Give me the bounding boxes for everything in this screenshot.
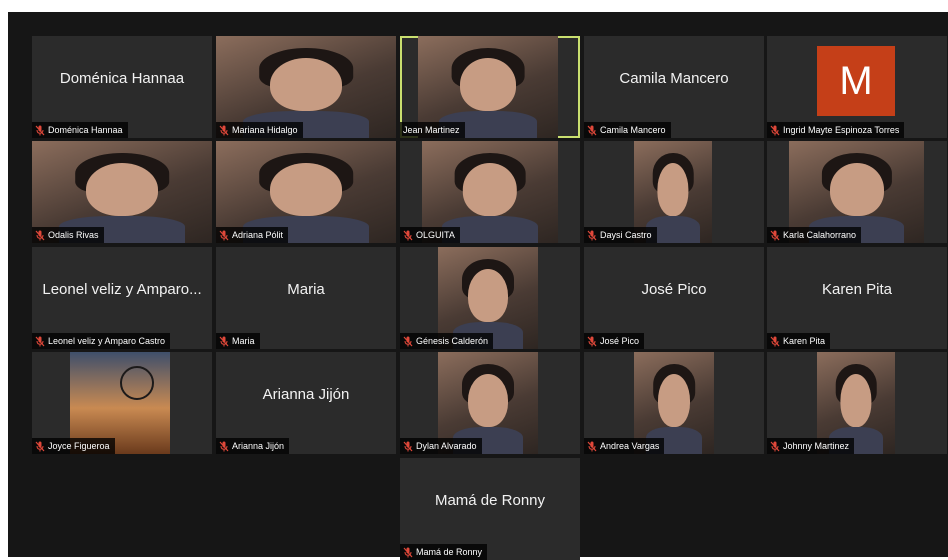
muted-mic-icon xyxy=(587,230,597,241)
muted-mic-icon xyxy=(770,441,780,452)
participant-name-label: Génesis Calderón xyxy=(416,336,489,346)
participant-name-label: Daysi Castro xyxy=(600,230,652,240)
participant-name-label: Camila Mancero xyxy=(600,125,666,135)
participant-tile-karen-pita[interactable]: Karen Pita Karen Pita xyxy=(767,247,947,349)
participant-name-label: Ingrid Mayte Espinoza Torres xyxy=(783,125,900,135)
muted-mic-icon xyxy=(587,336,597,347)
participant-tile-genesis-calderon[interactable]: Génesis Calderón xyxy=(400,247,580,349)
participant-tile-mariana-hidalgo[interactable]: Mariana Hidalgo xyxy=(216,36,396,138)
muted-mic-icon xyxy=(770,125,780,136)
participant-name-label: Odalis Rivas xyxy=(48,230,99,240)
participant-name-label: Johnny Martinez xyxy=(783,441,850,451)
participant-name-label: Adriana Pólit xyxy=(232,230,284,240)
participant-display-name: Camila Mancero xyxy=(619,69,729,87)
participant-nametag: Joyce Figueroa xyxy=(32,438,115,454)
participant-tile-johnny-martinez[interactable]: Johnny Martinez xyxy=(767,352,947,454)
participant-name-label: Doménica Hannaa xyxy=(48,125,123,135)
participant-tile-jose-pico[interactable]: José Pico José Pico xyxy=(584,247,764,349)
participant-name-label: Jean Martinez xyxy=(403,125,460,135)
participant-tile-karla-calahorrano[interactable]: Karla Calahorrano xyxy=(767,141,947,243)
participant-nametag: Génesis Calderón xyxy=(400,333,494,349)
participant-nametag: Odalis Rivas xyxy=(32,227,104,243)
participant-nametag: Adriana Pólit xyxy=(216,227,289,243)
avatar: M xyxy=(817,46,895,116)
muted-mic-icon xyxy=(587,125,597,136)
participant-name-label: Arianna Jijón xyxy=(232,441,285,451)
participant-tile-adriana-polit[interactable]: Adriana Pólit xyxy=(216,141,396,243)
muted-mic-icon xyxy=(35,230,45,241)
participant-name-label: Maria xyxy=(232,336,255,346)
muted-mic-icon xyxy=(219,336,229,347)
participant-nametag: Camila Mancero xyxy=(584,122,671,138)
muted-mic-icon xyxy=(403,230,413,241)
participant-tile-olguita[interactable]: OLGUITA xyxy=(400,141,580,243)
participant-nametag: Leonel veliz y Amparo Castro xyxy=(32,333,171,349)
participant-name-label: Andrea Vargas xyxy=(600,441,660,451)
muted-mic-icon xyxy=(35,441,45,452)
participant-tile-leonel-veliz-y-amparo-castro[interactable]: Leonel veliz y Amparo... Leonel veliz y A… xyxy=(32,247,212,349)
participant-tile-maria[interactable]: Maria Maria xyxy=(216,247,396,349)
participant-tile-andrea-vargas[interactable]: Andrea Vargas xyxy=(584,352,764,454)
participant-tile-arianna-jijon[interactable]: Arianna Jijón Arianna Jijón xyxy=(216,352,396,454)
participant-display-name: Arianna Jijón xyxy=(262,385,350,403)
participant-nametag: Jean Martinez xyxy=(400,122,465,138)
participant-tile-domenica-hannaa[interactable]: Doménica Hannaa Doménica Hannaa xyxy=(32,36,212,138)
participant-tile-ingrid-mayte-espinoza-torres[interactable]: M Ingrid Mayte Espinoza Torres xyxy=(767,36,947,138)
participant-display-name: Mamá de Ronny xyxy=(434,491,546,509)
participant-tile-jean-martinez[interactable]: Jean Martinez xyxy=(400,36,580,138)
muted-mic-icon xyxy=(403,441,413,452)
participant-display-name: Leonel veliz y Amparo... xyxy=(42,280,202,298)
gallery-view: Doménica Hannaa Doménica Hannaa Mariana Hi… xyxy=(8,12,948,560)
participant-nametag: Dylan Alvarado xyxy=(400,438,482,454)
participant-nametag: Mariana Hidalgo xyxy=(216,122,303,138)
participant-name-label: OLGUITA xyxy=(416,230,455,240)
muted-mic-icon xyxy=(403,336,413,347)
participant-name-label: José Pico xyxy=(600,336,640,346)
participant-tile-mama-de-ronny[interactable]: Mamá de Ronny Mamá de Ronny xyxy=(400,458,580,560)
muted-mic-icon xyxy=(403,547,413,558)
muted-mic-icon xyxy=(35,125,45,136)
participant-name-label: Karla Calahorrano xyxy=(783,230,857,240)
muted-mic-icon xyxy=(35,336,45,347)
muted-mic-icon xyxy=(219,441,229,452)
participant-nametag: Andrea Vargas xyxy=(584,438,665,454)
participant-name-label: Mariana Hidalgo xyxy=(232,125,298,135)
participant-display-name: José Pico xyxy=(641,280,707,298)
participant-tile-odalis-rivas[interactable]: Odalis Rivas xyxy=(32,141,212,243)
participant-nametag: Doménica Hannaa xyxy=(32,122,128,138)
muted-mic-icon xyxy=(219,230,229,241)
participant-nametag: José Pico xyxy=(584,333,645,349)
participant-nametag: Johnny Martinez xyxy=(767,438,855,454)
participant-nametag: Karla Calahorrano xyxy=(767,227,862,243)
participant-nametag: Ingrid Mayte Espinoza Torres xyxy=(767,122,905,138)
participant-nametag: OLGUITA xyxy=(400,227,460,243)
participant-name-label: Dylan Alvarado xyxy=(416,441,477,451)
participant-nametag: Karen Pita xyxy=(767,333,831,349)
participant-tile-camila-mancero[interactable]: Camila Mancero Camila Mancero xyxy=(584,36,764,138)
participant-nametag: Maria xyxy=(216,333,260,349)
participant-nametag: Arianna Jijón xyxy=(216,438,290,454)
muted-mic-icon xyxy=(770,336,780,347)
participant-name-label: Leonel veliz y Amparo Castro xyxy=(48,336,166,346)
participant-display-name: Karen Pita xyxy=(821,280,893,298)
participant-tile-daysi-castro[interactable]: Daysi Castro xyxy=(584,141,764,243)
participant-name-label: Karen Pita xyxy=(783,336,826,346)
participant-display-name: Maria xyxy=(287,280,325,298)
participant-name-label: Mamá de Ronny xyxy=(416,547,483,557)
participant-tile-joyce-figueroa[interactable]: Joyce Figueroa xyxy=(32,352,212,454)
participant-name-label: Joyce Figueroa xyxy=(48,441,110,451)
muted-mic-icon xyxy=(219,125,229,136)
participant-display-name: Doménica Hannaa xyxy=(59,69,185,87)
participant-nametag: Mamá de Ronny xyxy=(400,544,488,560)
muted-mic-icon xyxy=(587,441,597,452)
participant-nametag: Daysi Castro xyxy=(584,227,657,243)
muted-mic-icon xyxy=(770,230,780,241)
participant-tile-dylan-alvarado[interactable]: Dylan Alvarado xyxy=(400,352,580,454)
